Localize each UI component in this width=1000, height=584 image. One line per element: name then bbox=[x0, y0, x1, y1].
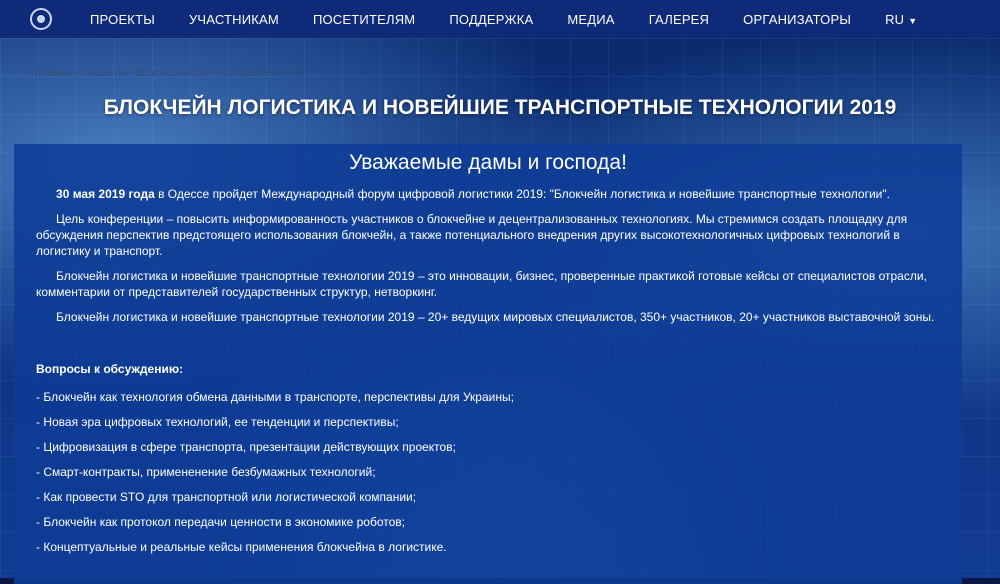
content-panel: Уважаемые дамы и господа! 30 мая 2019 го… bbox=[14, 144, 962, 584]
nav-item-organizers[interactable]: ОРГАНИЗАТОРЫ bbox=[743, 12, 851, 27]
paragraph-stats-text: Блокчейн логистика и новейшие транспортн… bbox=[56, 310, 935, 324]
breadcrumb-home[interactable]: ГЛАВНАЯ bbox=[30, 68, 73, 78]
topic-item: - Цифровизация в сфере транспорта, презе… bbox=[36, 440, 456, 454]
nav-item-projects[interactable]: ПРОЕКТЫ bbox=[90, 12, 155, 27]
content-heading: Уважаемые дамы и господа! bbox=[349, 151, 627, 174]
paragraph-description-text: Блокчейн логистика и новейшие транспортн… bbox=[36, 269, 927, 299]
nav-item-participants[interactable]: УЧАСТНИКАМ bbox=[189, 12, 279, 27]
topic-item: - Блокчейн как протокол передачи ценност… bbox=[36, 515, 405, 529]
nav-item-media[interactable]: МЕДИА bbox=[567, 12, 614, 27]
lead-date: 30 мая 2019 года bbox=[56, 187, 155, 201]
paragraph-stats: Блокчейн логистика и новейшие транспортн… bbox=[36, 309, 940, 325]
page-title: БЛОКЧЕЙН ЛОГИСТИКА И НОВЕЙШИЕ ТРАНСПОРТН… bbox=[103, 96, 897, 119]
breadcrumb-projects[interactable]: ПРОЕКТЫ bbox=[81, 68, 126, 78]
topics-heading: Вопросы к обсуждению: bbox=[36, 362, 184, 376]
nav-item-support[interactable]: ПОДДЕРЖКА bbox=[449, 12, 533, 27]
paragraph-description: Блокчейн логистика и новейшие транспортн… bbox=[36, 268, 940, 300]
lead-paragraph: 30 мая 2019 года в Одессе пройдет Междун… bbox=[36, 186, 940, 202]
topic-item: - Как провести STO для транспортной или … bbox=[36, 490, 417, 504]
topic-item: - Смарт-контракты, примененение безбумаж… bbox=[36, 465, 376, 479]
breadcrumb-separator: - bbox=[72, 68, 82, 78]
caret-down-icon: ▼ bbox=[908, 15, 918, 26]
nav-item-visitors[interactable]: ПОСЕТИТЕЛЯМ bbox=[313, 12, 415, 27]
top-nav: ПРОЕКТЫ УЧАСТНИКАМ ПОСЕТИТЕЛЯМ ПОДДЕРЖКА… bbox=[0, 0, 1000, 38]
language-label: RU bbox=[885, 11, 905, 27]
logo-icon[interactable] bbox=[30, 8, 52, 30]
breadcrumb: ГЛАВНАЯ - ПРОЕКТЫ - BLOCKCHAINCRYPTO ODE… bbox=[30, 68, 299, 78]
lead-text: в Одессе пройдет Международный форум циф… bbox=[154, 187, 890, 201]
paragraph-goal: Цель конференции – повысить информирован… bbox=[36, 211, 940, 259]
topic-item: - Новая эра цифровых технологий, ее тенд… bbox=[36, 415, 399, 429]
language-selector[interactable]: RU ▼ bbox=[885, 12, 917, 27]
nav-item-gallery[interactable]: ГАЛЕРЕЯ bbox=[649, 12, 709, 27]
topic-item: - Блокчейн как технология обмена данными… bbox=[36, 390, 514, 404]
topic-item: - Концептуальные и реальные кейсы примен… bbox=[36, 540, 447, 554]
breadcrumb-current: BLOCKCHAINCRYPTO ODESSA 2019 bbox=[135, 68, 299, 78]
breadcrumb-separator: - bbox=[126, 68, 136, 78]
paragraph-goal-text: Цель конференции – повысить информирован… bbox=[36, 212, 908, 258]
